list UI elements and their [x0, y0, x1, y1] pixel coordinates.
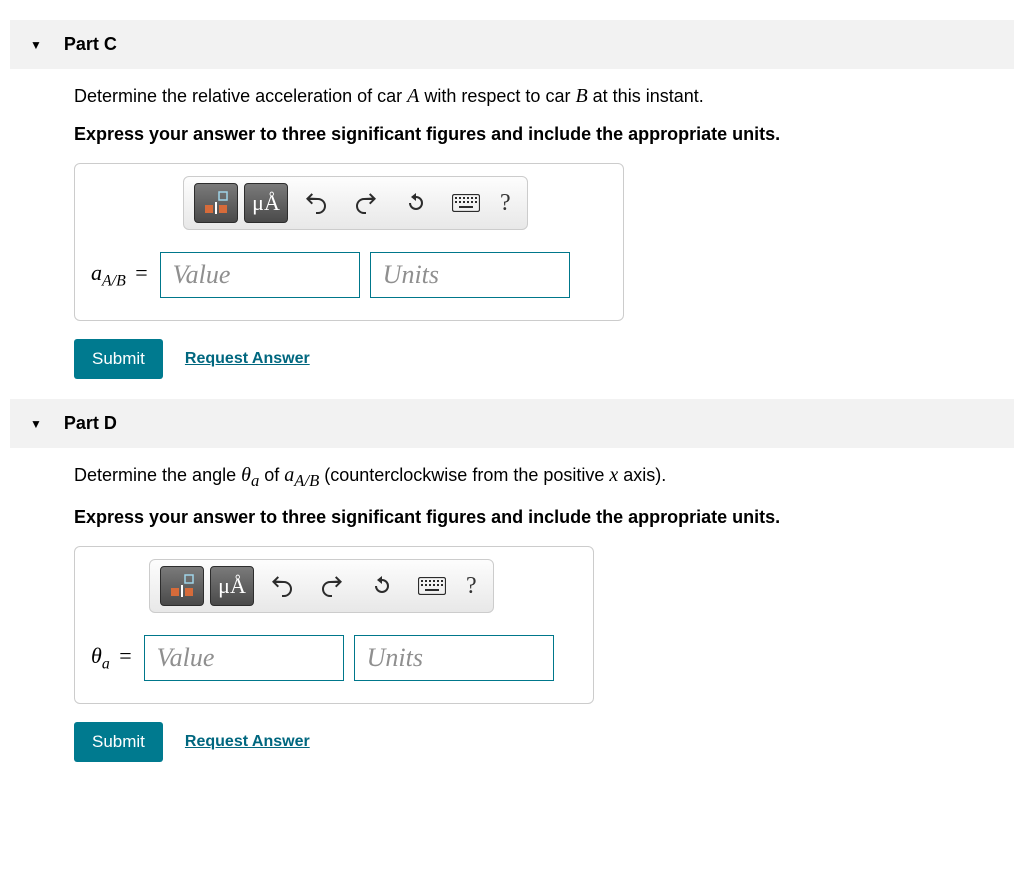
- prompt-text: Determine the relative acceleration of c…: [74, 86, 407, 106]
- variable-label: aA/B =: [91, 260, 150, 290]
- units-input[interactable]: [354, 635, 554, 681]
- submit-button[interactable]: Submit: [74, 722, 163, 762]
- prompt-text: with respect to car: [419, 86, 575, 106]
- keyboard-icon[interactable]: [444, 183, 488, 223]
- var-a: a: [91, 260, 102, 285]
- part-c-header[interactable]: ▼ Part C: [10, 20, 1014, 69]
- part-c-prompt: Determine the relative acceleration of c…: [74, 85, 1014, 108]
- units-input[interactable]: [370, 252, 570, 298]
- template-fraction-icon[interactable]: [160, 566, 204, 606]
- value-input[interactable]: [160, 252, 360, 298]
- prompt-text: at this instant.: [588, 86, 704, 106]
- keyboard-icon[interactable]: [410, 566, 454, 606]
- units-mu-angstrom-icon[interactable]: μÅ: [210, 566, 254, 606]
- part-d-instruction: Express your answer to three significant…: [74, 507, 1014, 528]
- var-theta: θa: [241, 464, 259, 486]
- part-d-body: Determine the angle θa of aA/B (counterc…: [10, 464, 1014, 762]
- request-answer-link[interactable]: Request Answer: [185, 733, 310, 751]
- help-icon[interactable]: ?: [460, 573, 483, 600]
- var-car-a: A: [407, 85, 419, 107]
- part-c-body: Determine the relative acceleration of c…: [10, 85, 1014, 379]
- prompt-text: Determine the angle: [74, 465, 241, 485]
- inputs-row: θa =: [91, 635, 577, 681]
- caret-down-icon: ▼: [30, 38, 42, 52]
- toolbar: μÅ ?: [149, 559, 494, 613]
- redo-icon[interactable]: [310, 566, 354, 606]
- mu-a-label: μÅ: [218, 573, 246, 599]
- redo-icon[interactable]: [344, 183, 388, 223]
- request-answer-link[interactable]: Request Answer: [185, 350, 310, 368]
- prompt-text: (counterclockwise from the positive: [319, 465, 609, 485]
- var-a-ab: aA/B: [284, 464, 319, 486]
- units-mu-angstrom-icon[interactable]: μÅ: [244, 183, 288, 223]
- reset-icon[interactable]: [394, 183, 438, 223]
- actions-row: Submit Request Answer: [74, 339, 1014, 379]
- part-d-prompt: Determine the angle θa of aA/B (counterc…: [74, 464, 1014, 491]
- var-theta-sub: a: [102, 655, 110, 672]
- var-x: x: [609, 464, 618, 486]
- value-input[interactable]: [144, 635, 344, 681]
- inputs-row: aA/B =: [91, 252, 607, 298]
- undo-icon[interactable]: [260, 566, 304, 606]
- template-fraction-icon[interactable]: [194, 183, 238, 223]
- mu-a-label: μÅ: [252, 190, 280, 216]
- part-c-title: Part C: [64, 34, 117, 55]
- actions-row: Submit Request Answer: [74, 722, 1014, 762]
- part-d-header[interactable]: ▼ Part D: [10, 399, 1014, 448]
- part-d-answer-panel: μÅ ?: [74, 546, 594, 704]
- part-d-title: Part D: [64, 413, 117, 434]
- toolbar: μÅ ?: [183, 176, 528, 230]
- part-c-instruction: Express your answer to three significant…: [74, 124, 1014, 145]
- part-c-answer-panel: μÅ ?: [74, 163, 624, 321]
- caret-down-icon: ▼: [30, 417, 42, 431]
- variable-label: θa =: [91, 643, 134, 673]
- undo-icon[interactable]: [294, 183, 338, 223]
- prompt-text: of: [259, 465, 284, 485]
- prompt-text: axis).: [618, 465, 666, 485]
- var-car-b: B: [575, 85, 587, 107]
- reset-icon[interactable]: [360, 566, 404, 606]
- help-icon[interactable]: ?: [494, 190, 517, 217]
- var-theta: θ: [91, 643, 102, 668]
- var-sub: A/B: [102, 272, 126, 289]
- submit-button[interactable]: Submit: [74, 339, 163, 379]
